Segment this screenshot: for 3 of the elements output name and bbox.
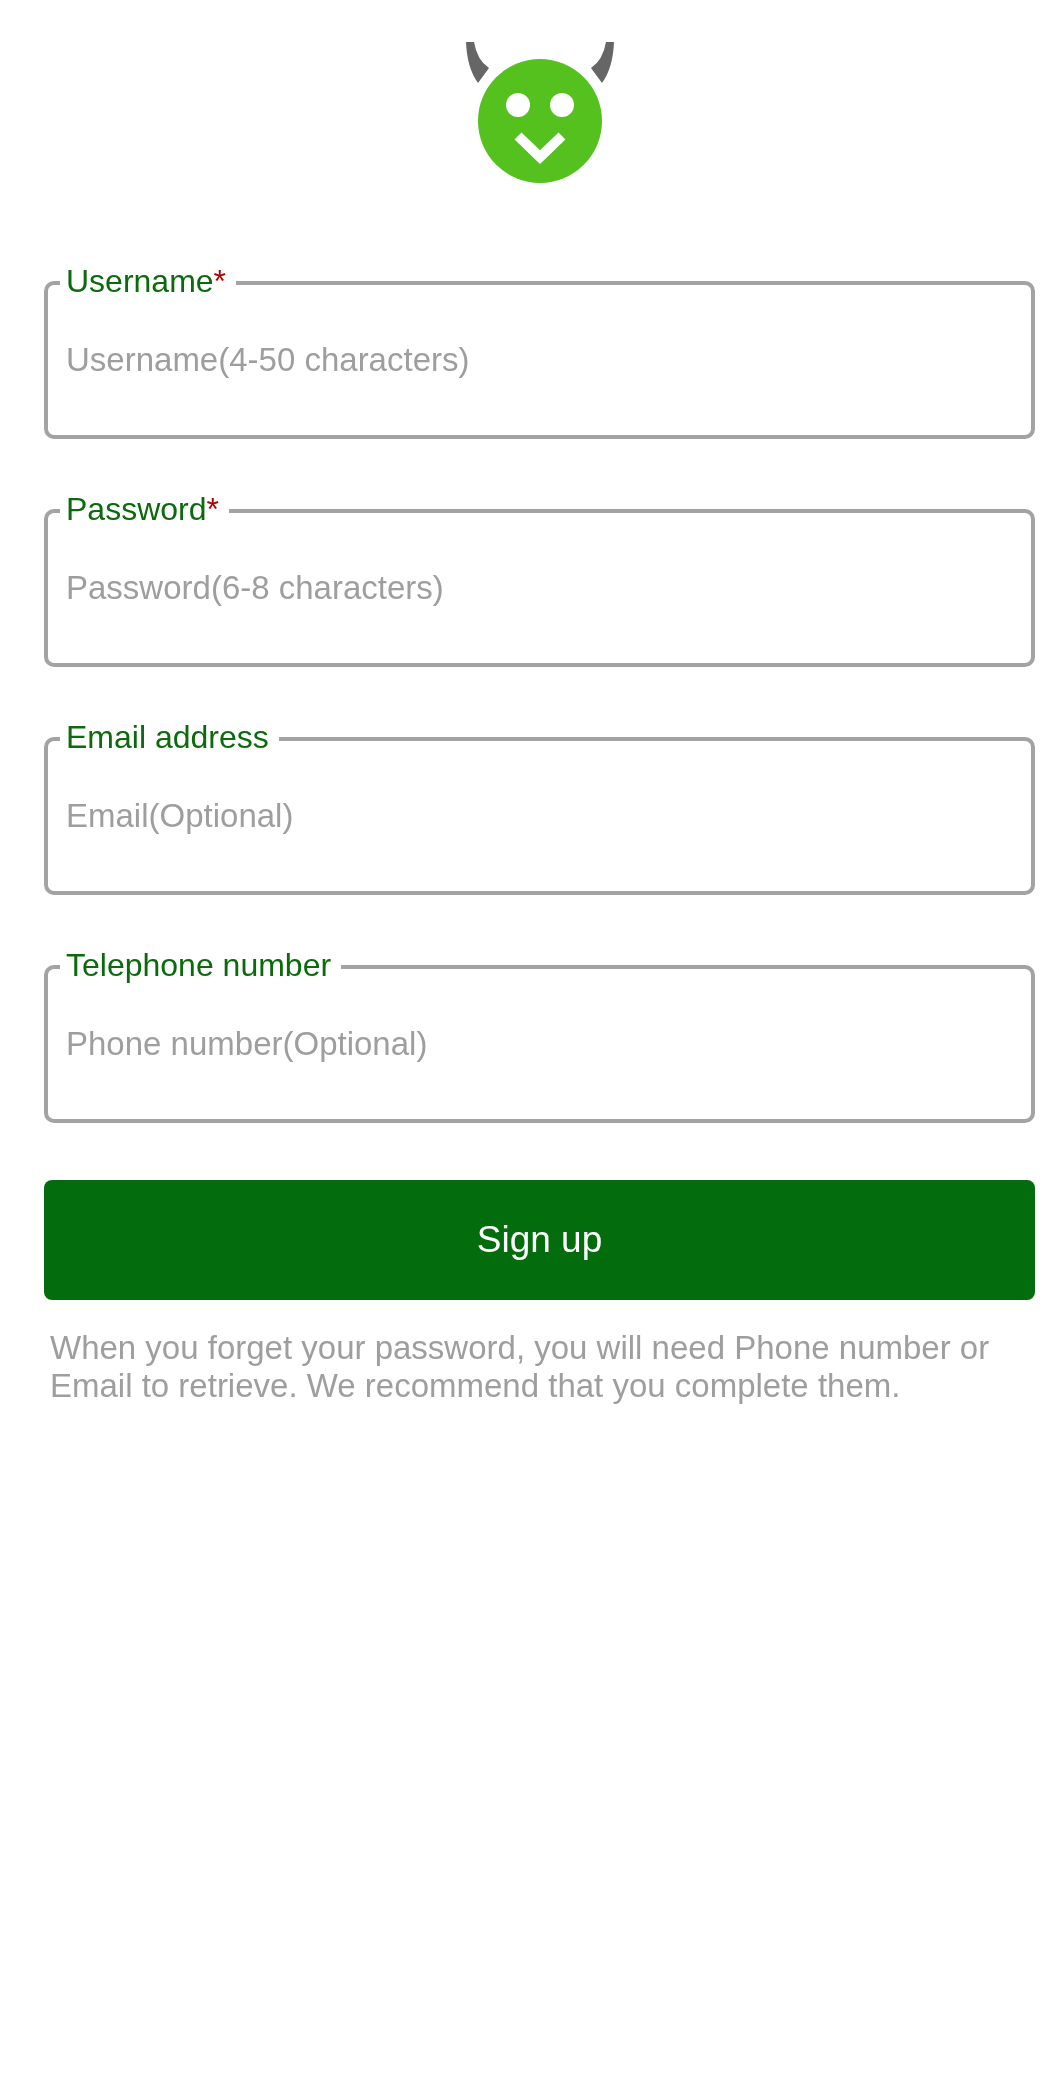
hint-text: When you forget your password, you will need Phone number or Email to retrieve. We recommend that you complete them.: [49, 1329, 991, 1405]
devil-face-icon: [464, 40, 615, 185]
sign-up-button[interactable]: Sign up: [44, 1180, 1035, 1300]
